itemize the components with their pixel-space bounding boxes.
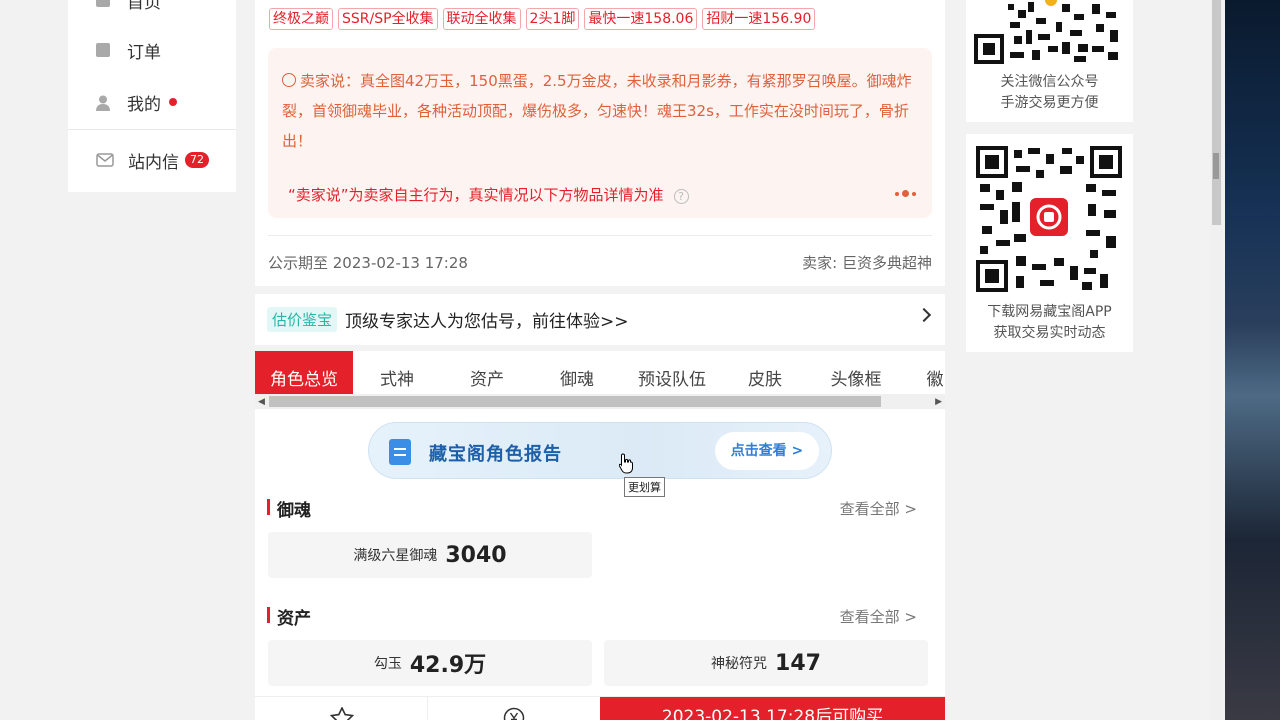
stat-mystery-amulet: 神秘符咒 147 [604,640,928,686]
wechat-qr-code-icon [974,0,1124,64]
highlight-tags: 终极之巅 SSR/SP全收集 联动全收集 2头1脚 最快一速158.06 招财一… [269,8,816,30]
seller-disclaimer-text: “卖家说”为卖家自主行为，真实情况以下方物品详情为准 [288,186,664,204]
app-caption: 下载网易藏宝阁APP 获取交易实时动态 [966,302,1133,344]
tab-assets[interactable]: 资产 [441,351,533,394]
seller-says-label: 卖家说： [300,72,361,90]
order-icon [96,43,110,57]
report-icon [389,439,411,465]
overview-content: 藏宝阁角色报告 点击查看 > 更划算 御魂 查看全部 > 满级六星御魂 3040… [255,409,945,696]
app-qr-card: 下载网易藏宝阁APP 获取交易实时动态 [966,134,1133,352]
stat-six-star-yuhun: 满级六星御魂 3040 [268,532,592,578]
seller-says-body: 真全图42万玉，150黑蛋，2.5万金皮，未收录和月影券，有紧那罗召唤屋。御魂炸… [282,72,912,150]
buy-button[interactable]: 2023-02-13 17:28后可购买 [600,697,945,720]
yuan-icon[interactable] [503,707,525,720]
user-icon [96,95,110,111]
hand-cursor-icon [619,453,633,474]
app-caption-line-2: 获取交易实时动态 [993,325,1106,341]
tab-shikigami[interactable]: 式神 [353,351,441,394]
stat-value: 42.9万 [409,653,487,678]
highlight-tag: SSR/SP全收集 [338,8,438,30]
divider [268,235,932,236]
sidebar: 首页 订单 我的 站内信 72 [68,0,236,192]
notification-dot [169,98,177,106]
app-qr-code-icon [976,146,1122,292]
wechat-caption: 关注微信公众号 手游交易更方便 [966,72,1133,114]
view-report-button[interactable]: 点击查看 > [715,432,819,470]
detail-tabs: 角色总览 式神 资产 御魂 预设队伍 皮肤 头像框 徽 [255,351,945,394]
estimate-banner[interactable]: 估价鉴宝 顶级专家达人为您估号，前往体验>> [255,294,945,345]
desktop-background [1225,0,1280,720]
page-scrollbar[interactable] [1210,0,1223,720]
tab-skins[interactable]: 皮肤 [723,351,807,394]
stat-value: 3040 [445,542,507,568]
estimate-tag: 估价鉴宝 [267,307,338,332]
wechat-caption-line-1: 关注微信公众号 [1000,74,1099,90]
seller-disclaimer: “卖家说”为卖家自主行为，真实情况以下方物品详情为准? [288,184,689,205]
section-title-assets: 资产 [267,604,311,629]
tab-preset-team[interactable]: 预设队伍 [621,351,723,394]
tab-avatar-frame[interactable]: 头像框 [807,351,905,394]
scroll-left-icon[interactable]: ◀ [258,397,265,407]
stat-label: 满级六星御魂 [353,548,438,564]
listing-card: 终极之巅 SSR/SP全收集 联动全收集 2头1脚 最快一速158.06 招财一… [255,0,945,286]
seller-name[interactable]: 卖家: 巨资多典超神 [802,252,932,273]
help-icon[interactable]: ? [673,189,689,204]
section-title-yuhun: 御魂 [267,496,311,521]
stat-value: 147 [775,650,821,676]
main-column: 终极之巅 SSR/SP全收集 联动全收集 2头1脚 最快一速158.06 招财一… [255,0,945,720]
expand-dots-icon[interactable] [895,190,916,197]
highlight-tag: 终极之巅 [269,8,333,30]
highlight-tag: 最快一速158.06 [584,8,698,30]
sidebar-item-label: 首页 [127,0,161,13]
stat-label: 神秘符咒 [711,656,768,672]
highlight-tag: 2头1脚 [525,8,580,30]
tab-yuhun[interactable]: 御魂 [533,351,621,394]
tabs-scrollbar[interactable]: ◀ ▶ [255,394,945,409]
view-all-assets-link[interactable]: 查看全部 > [840,606,917,627]
mail-icon [96,153,114,167]
role-report-banner[interactable]: 藏宝阁角色报告 点击查看 > [368,422,832,479]
seller-says-box: 卖家说：真全图42万玉，150黑蛋，2.5万金皮，未收录和月影券，有紧那罗召唤屋… [268,48,932,218]
message-count-badge: 72 [185,152,209,168]
estimate-text: 顶级专家达人为您估号，前往体验>> [345,312,629,332]
scroll-marker [1213,153,1219,179]
app-caption-line-1: 下载网易藏宝阁APP [987,304,1112,320]
view-all-yuhun-link[interactable]: 查看全部 > [840,498,917,519]
report-title: 藏宝阁角色报告 [429,444,562,465]
sidebar-divider [68,129,236,130]
star-icon[interactable] [330,707,354,720]
sidebar-item-label: 订单 [127,42,161,63]
scroll-right-icon[interactable]: ▶ [935,397,942,407]
sidebar-item-messages[interactable]: 站内信 72 [68,140,236,180]
home-icon [96,0,110,7]
tab-overview[interactable]: 角色总览 [255,351,353,394]
sidebar-item-orders[interactable]: 订单 [68,30,236,70]
tooltip: 更划算 [624,477,665,497]
highlight-tag: 招财一速156.90 [702,8,816,30]
stat-label: 勾玉 [373,656,402,672]
seller-says-text: 卖家说：真全图42万玉，150黑蛋，2.5万金皮，未收录和月影券，有紧那罗召唤屋… [282,66,922,156]
smile-icon [282,73,296,87]
bottom-action-bar: 2023-02-13 17:28后可购买 [255,696,945,720]
tab-badge[interactable]: 徽 [905,351,945,394]
sidebar-item-label: 站内信 [128,152,179,173]
chevron-right-icon [916,307,932,323]
page-scroll-thumb[interactable] [1212,0,1221,225]
scroll-thumb[interactable] [269,396,881,407]
divider [427,697,428,720]
wechat-caption-line-2: 手游交易更方便 [1000,95,1099,111]
wechat-qr-card: 关注微信公众号 手游交易更方便 [966,0,1133,122]
highlight-tag: 联动全收集 [442,8,521,30]
stat-gouyu: 勾玉 42.9万 [268,640,592,686]
sidebar-item-label: 我的 [127,94,161,115]
sidebar-item-home[interactable]: 首页 [68,0,236,20]
public-period: 公示期至 2023-02-13 17:28 [268,254,468,272]
sidebar-item-mine[interactable]: 我的 [68,82,236,122]
